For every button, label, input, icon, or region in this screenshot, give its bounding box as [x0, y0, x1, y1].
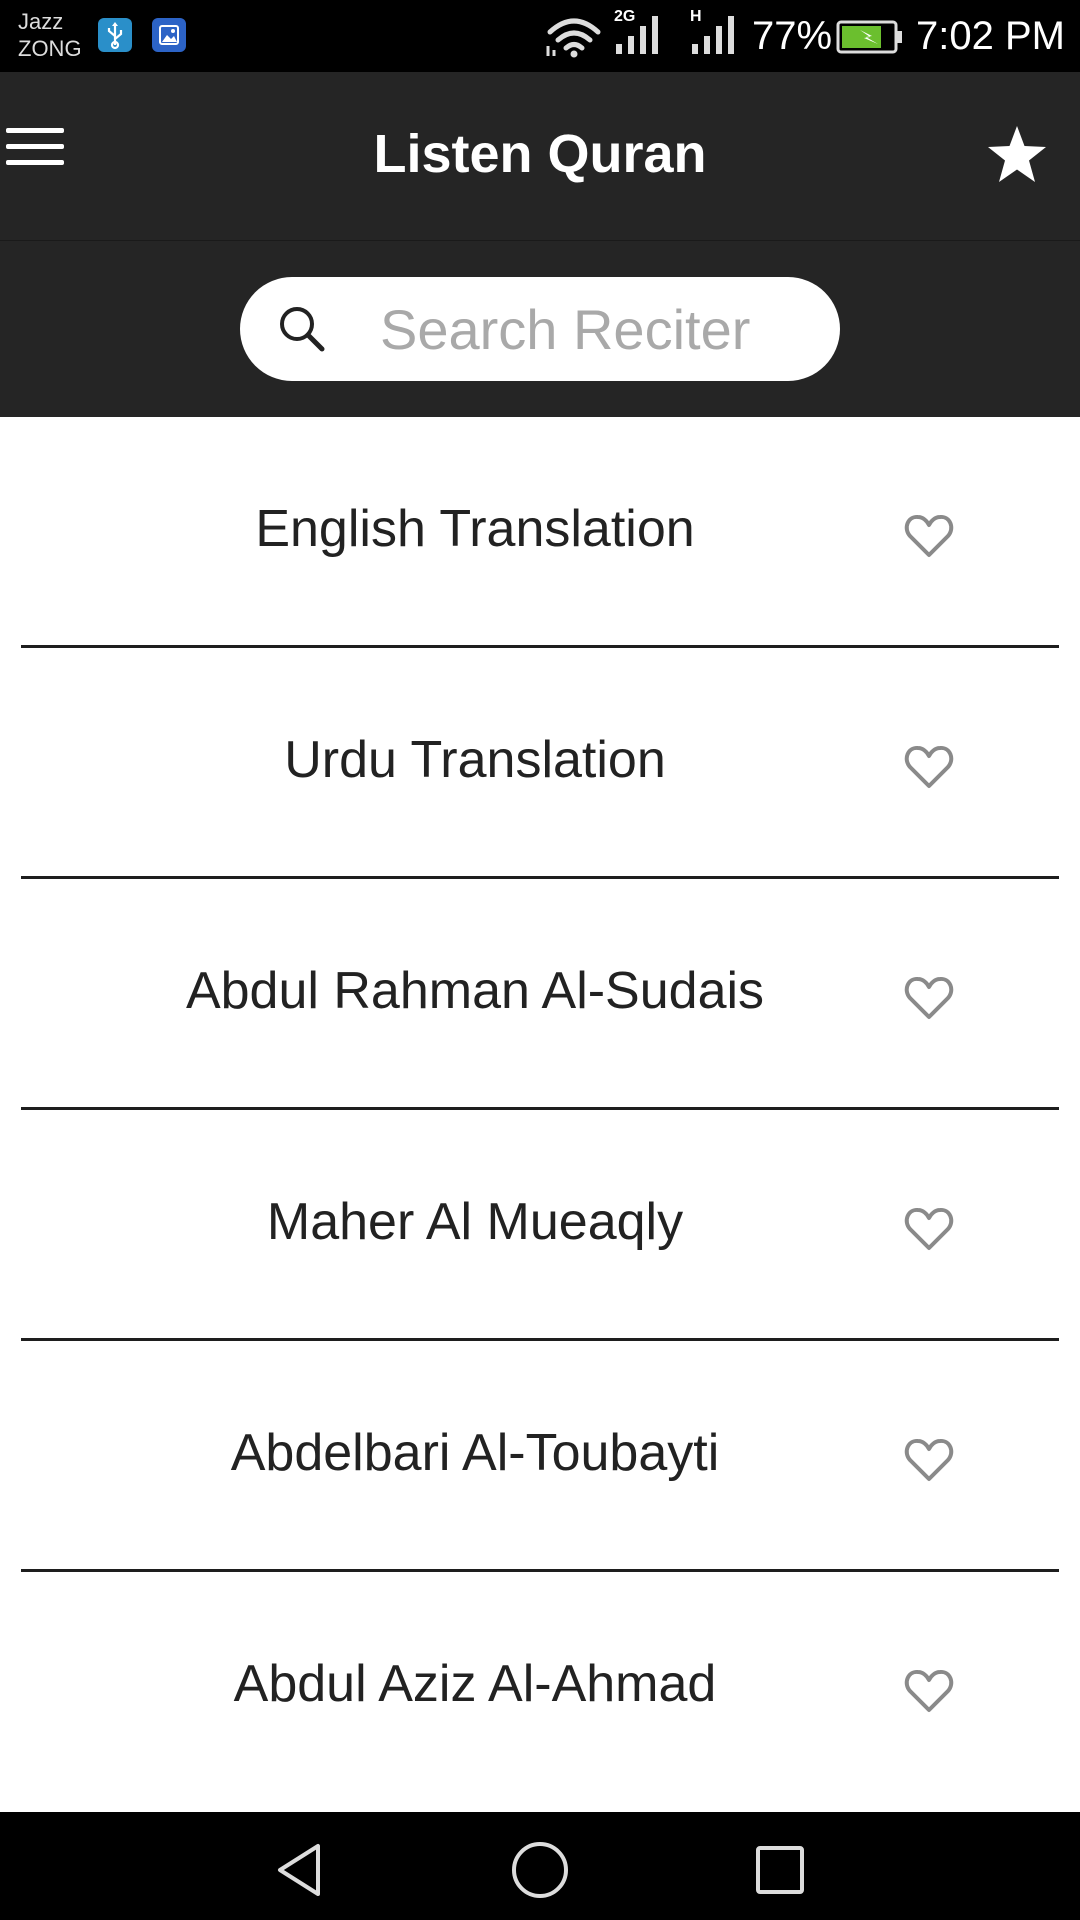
star-icon[interactable] [986, 124, 1048, 184]
battery-charging-icon [836, 20, 902, 54]
search-icon [280, 307, 325, 352]
reciter-name: Urdu Translation [284, 731, 666, 789]
carrier-line-1: Jazz [18, 9, 64, 34]
heart-icon[interactable] [904, 1668, 954, 1714]
carrier-line-2: ZONG [18, 36, 82, 61]
list-item[interactable]: Urdu Translation [0, 648, 1080, 879]
network-type-2g: 2G [614, 8, 636, 25]
usb-icon [98, 18, 132, 52]
home-icon[interactable] [510, 1840, 570, 1900]
heart-icon[interactable] [904, 975, 954, 1021]
list-item[interactable]: Abdelbari Al-Toubayti [0, 1341, 1080, 1572]
search-box[interactable] [240, 277, 840, 381]
search-input[interactable] [380, 291, 810, 367]
battery-percent: 77% [752, 14, 833, 58]
reciter-name: Abdul Aziz Al-Ahmad [233, 1655, 717, 1713]
gallery-icon [152, 18, 186, 52]
app-bar: Listen Quran [0, 72, 1080, 240]
heart-icon[interactable] [904, 1206, 954, 1252]
heart-icon[interactable] [904, 513, 954, 559]
wifi-icon [546, 18, 601, 58]
list-item[interactable]: Abdul Aziz Al-Ahmad [0, 1572, 1080, 1736]
reciter-name: Abdelbari Al-Toubayti [230, 1424, 720, 1482]
system-nav-bar [0, 1812, 1080, 1920]
recents-icon[interactable] [750, 1840, 810, 1900]
reciter-list: English Translation Urdu Translation Abd… [0, 417, 1080, 1736]
heart-icon[interactable] [904, 744, 954, 790]
heart-icon[interactable] [904, 1437, 954, 1483]
network-type-h: H [690, 8, 702, 25]
status-bar: Jazz ZONG 2G H 77% 7:02 PM [0, 0, 1080, 72]
search-bar [0, 240, 1080, 417]
reciter-name: Maher Al Mueaqly [266, 1193, 684, 1251]
list-item[interactable]: Maher Al Mueaqly [0, 1110, 1080, 1341]
list-item[interactable]: English Translation [0, 417, 1080, 648]
reciter-name: Abdul Rahman Al-Sudais [185, 962, 765, 1020]
reciter-name: English Translation [255, 500, 695, 558]
clock: 7:02 PM [916, 14, 1065, 58]
carrier-label: Jazz ZONG [18, 8, 82, 62]
list-item[interactable]: Abdul Rahman Al-Sudais [0, 879, 1080, 1110]
page-title: Listen Quran [373, 124, 707, 184]
back-icon[interactable] [270, 1840, 330, 1900]
